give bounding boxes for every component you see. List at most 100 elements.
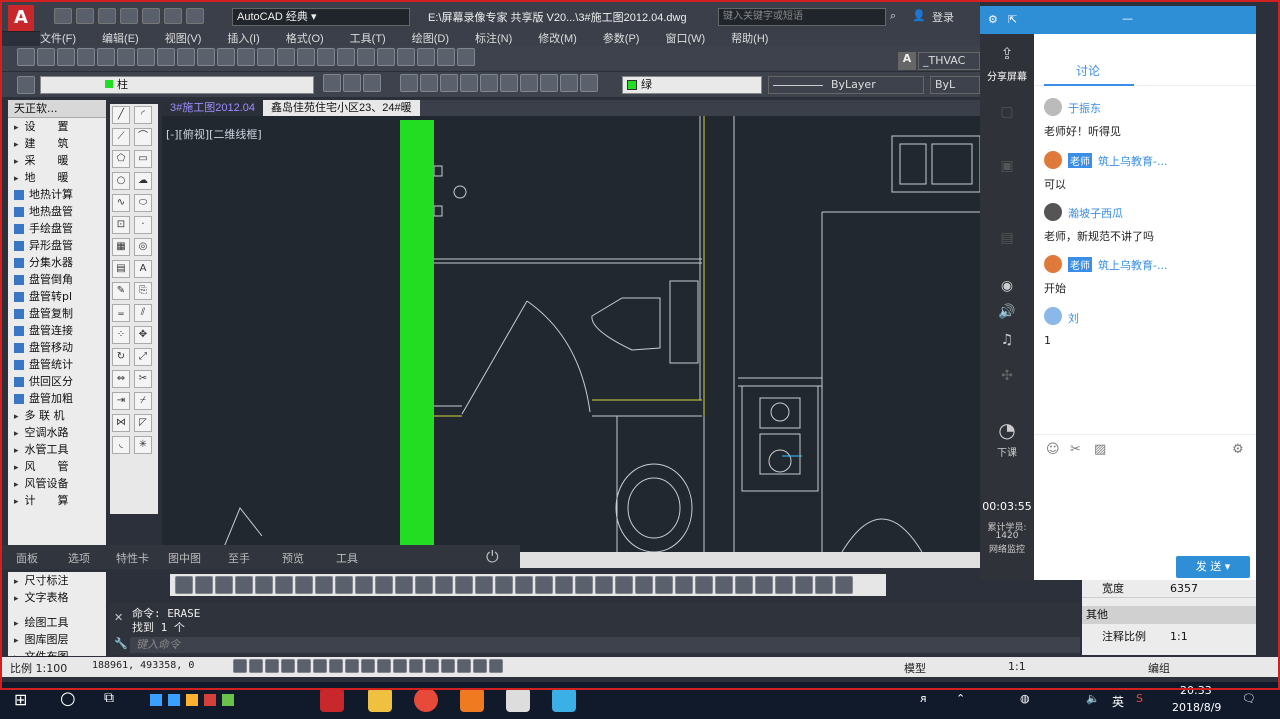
chamfer-icon[interactable]: ◸ — [134, 414, 152, 432]
menu-group[interactable]: 图库图层 — [8, 631, 106, 648]
help-icon[interactable] — [457, 48, 475, 66]
menu-item[interactable]: 盘管统计 — [8, 356, 106, 373]
menu-group[interactable]: 风 管 — [8, 458, 106, 475]
menu-item[interactable]: 盘管连接 — [8, 322, 106, 339]
move-icon[interactable]: ✥ — [134, 326, 152, 344]
saveas-icon[interactable] — [120, 8, 138, 24]
layer-tool8-icon[interactable] — [540, 74, 558, 92]
explorer-taskbar-icon[interactable] — [368, 688, 392, 712]
tool-palette-icon[interactable] — [377, 48, 395, 66]
layer-tool1-icon[interactable] — [400, 74, 418, 92]
prop-scale-value[interactable]: 1:1 — [1170, 628, 1188, 646]
app-taskbar-icon[interactable] — [552, 688, 576, 712]
camera-icon[interactable]: ▤ — [980, 230, 1034, 246]
menu-group[interactable]: 设 置 — [8, 118, 106, 135]
tool-icon[interactable] — [615, 576, 633, 594]
settings-icon[interactable]: ⚙ — [988, 13, 998, 26]
menu-edit[interactable]: 编辑(E) — [102, 30, 139, 46]
rect-icon[interactable]: ▭ — [134, 150, 152, 168]
tool-icon[interactable] — [735, 576, 753, 594]
erase-icon[interactable]: ✎ — [112, 282, 130, 300]
filter-icon[interactable] — [457, 659, 471, 673]
menu-group[interactable]: 建 筑 — [8, 135, 106, 152]
save-icon[interactable] — [98, 8, 116, 24]
layer-tool6-icon[interactable] — [500, 74, 518, 92]
match-icon[interactable] — [197, 48, 215, 66]
autocad-taskbar-icon[interactable] — [320, 688, 344, 712]
layer-tool7-icon[interactable] — [520, 74, 538, 92]
calc-icon[interactable] — [437, 48, 455, 66]
tool-icon[interactable] — [575, 576, 593, 594]
stretch-icon[interactable]: ⇔ — [112, 370, 130, 388]
tool-icon[interactable] — [495, 576, 513, 594]
menu-tools[interactable]: 工具(T) — [350, 30, 386, 46]
speaker-icon[interactable]: 🔊 — [980, 304, 1034, 320]
menu-item[interactable]: 盘管复制 — [8, 305, 106, 322]
user-icon[interactable]: 👤 — [912, 9, 926, 22]
menu-dimension[interactable]: 标注(N) — [475, 30, 512, 46]
menu-item[interactable]: 供回区分 — [8, 373, 106, 390]
clock-time[interactable]: 20:33 — [1180, 684, 1212, 697]
user-tray-icon[interactable]: ᴙ — [920, 692, 927, 705]
prop-section-other[interactable]: 其他 — [1082, 606, 1256, 624]
tool-icon[interactable] — [835, 576, 853, 594]
properties-icon[interactable] — [337, 48, 355, 66]
layer-tool10-icon[interactable] — [580, 74, 598, 92]
osnap-icon[interactable] — [297, 659, 311, 673]
ducs-icon[interactable] — [329, 659, 343, 673]
arc-icon[interactable]: ◜ — [134, 106, 152, 124]
layer-manager-icon[interactable] — [17, 76, 35, 94]
tool-icon[interactable] — [175, 576, 193, 594]
menu-item[interactable]: 盘管转pl — [8, 288, 106, 305]
menu-group[interactable]: 地 暖 — [8, 169, 106, 186]
join-icon[interactable]: ⋈ — [112, 414, 130, 432]
menu-group[interactable]: 计 算 — [8, 492, 106, 509]
color-select[interactable]: 绿 — [622, 76, 762, 94]
menu-parameters[interactable]: 参数(P) — [603, 30, 640, 46]
menu-item[interactable]: 盘管加粗 — [8, 390, 106, 407]
tab-drawing-2[interactable]: 鑫岛佳苑住宅小区23、24#暖 — [263, 100, 420, 116]
menu-item[interactable]: 分集水器 — [8, 254, 106, 271]
sheet-set-icon[interactable] — [397, 48, 415, 66]
new-icon[interactable] — [54, 8, 72, 24]
point-icon[interactable]: · — [134, 216, 152, 234]
menu-modify[interactable]: 修改(M) — [538, 30, 577, 46]
tab-picture[interactable]: 图中图 — [168, 550, 201, 566]
grid-icon[interactable] — [249, 659, 263, 673]
markup-icon[interactable] — [417, 48, 435, 66]
mic-icon[interactable]: ◉ — [980, 278, 1034, 294]
tab-discussion[interactable]: 讨论 — [1076, 62, 1100, 79]
menu-insert[interactable]: 插入(I) — [227, 30, 259, 46]
share-screen-icon[interactable]: ⇪ — [980, 44, 1034, 63]
command-input[interactable]: 键入命令 — [130, 637, 1080, 653]
zoom-window-icon[interactable] — [297, 48, 315, 66]
am-icon[interactable] — [425, 659, 439, 673]
menu-item[interactable]: 盘管倒角 — [8, 271, 106, 288]
sc-icon[interactable] — [409, 659, 423, 673]
gear-icon[interactable]: ⚙ — [1232, 442, 1244, 457]
menu-file[interactable]: 文件(F) — [40, 30, 76, 46]
publish-icon[interactable] — [117, 48, 135, 66]
scale-icon[interactable]: ⤢ — [134, 348, 152, 366]
copy-icon[interactable]: ⎘ — [134, 282, 152, 300]
layer-prev-icon[interactable] — [323, 74, 341, 92]
tool-icon[interactable] — [395, 576, 413, 594]
tool-icon[interactable] — [795, 576, 813, 594]
menu-draw[interactable]: 绘图(D) — [412, 30, 449, 46]
prop-width-value[interactable]: 6357 — [1170, 580, 1198, 597]
tpy-icon[interactable] — [377, 659, 391, 673]
snap-icon[interactable] — [233, 659, 247, 673]
tool-icon[interactable] — [275, 576, 293, 594]
windows-start-icon[interactable]: ⊞ — [14, 690, 27, 709]
calculator-taskbar-icon[interactable] — [506, 688, 530, 712]
tool-icon[interactable] — [535, 576, 553, 594]
ortho-icon[interactable] — [265, 659, 279, 673]
volume-icon[interactable]: 🔈 — [1086, 692, 1100, 705]
chevron-up-icon[interactable]: ⌃ — [956, 692, 965, 705]
tool-icon[interactable] — [375, 576, 393, 594]
cloud-icon[interactable]: ☁ — [134, 172, 152, 190]
pan-icon[interactable] — [257, 48, 275, 66]
dyn-icon[interactable] — [345, 659, 359, 673]
menu-help[interactable]: 帮助(H) — [731, 30, 768, 46]
linetype-select[interactable]: ByLayer — [768, 76, 924, 94]
